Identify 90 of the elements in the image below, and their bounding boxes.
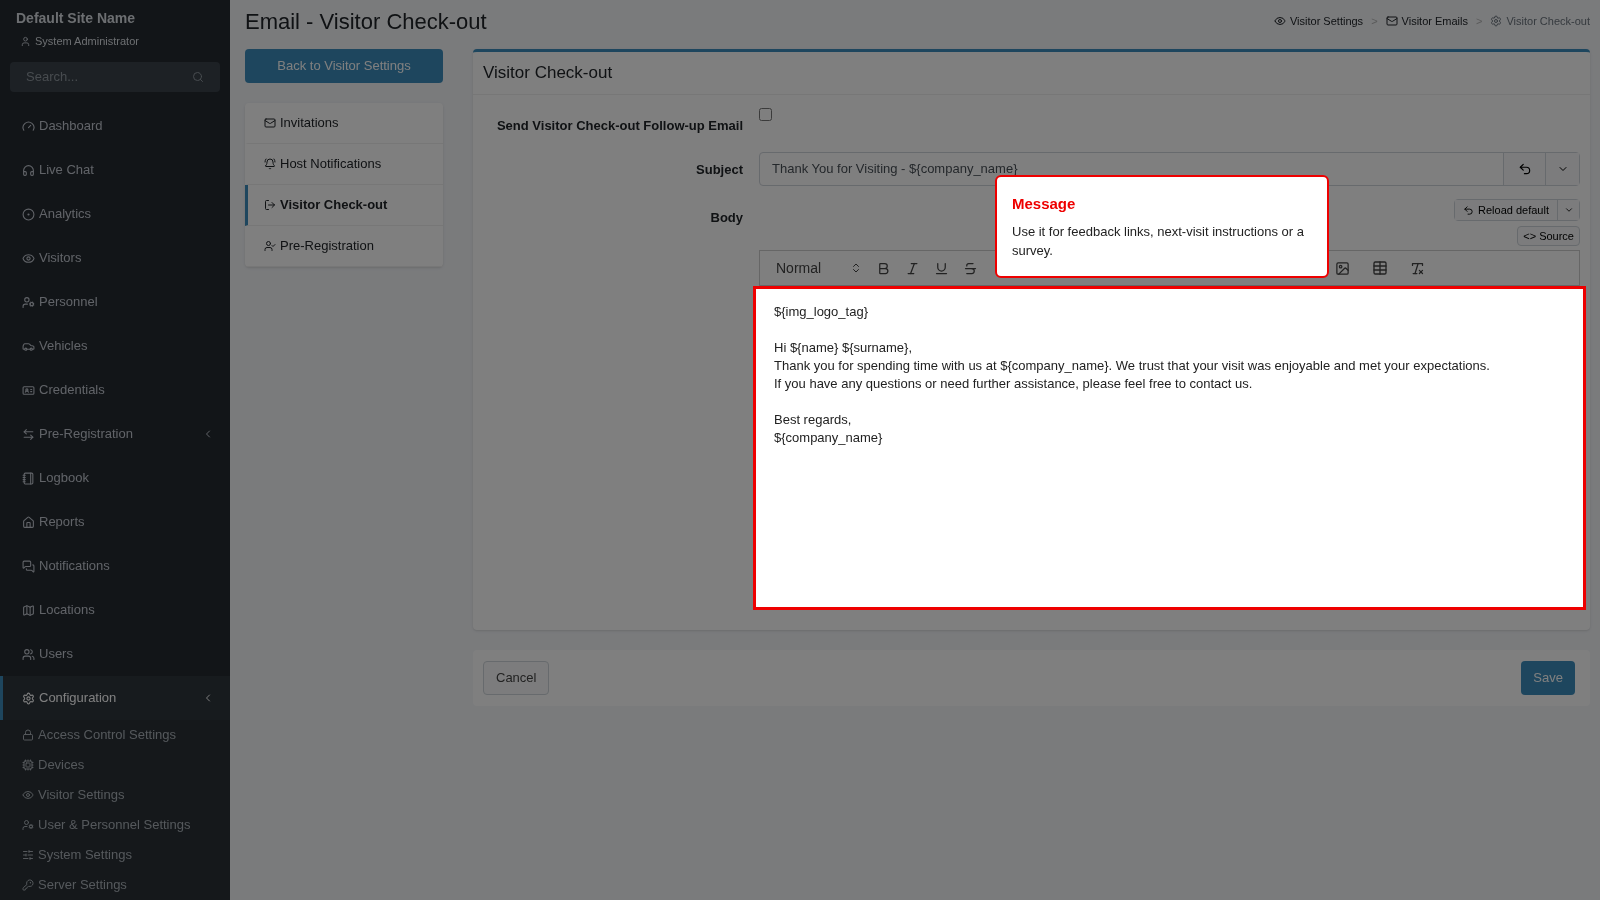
tooltip-title: Message [1012,194,1077,214]
image-icon[interactable] [1335,260,1350,276]
mail-icon [264,117,276,129]
italic-icon[interactable] [905,260,920,276]
breadcrumb-separator: > [1476,13,1483,29]
chat-icon [22,559,35,573]
submenu-item[interactable]: Access Control Settings [0,720,230,750]
clear-format-icon[interactable] [1410,260,1425,276]
page-title: Email - Visitor Check-out [245,7,487,36]
up-down-icon [850,262,862,274]
source-button[interactable]: <> Source [1517,226,1580,246]
side-tab[interactable]: Host Notifications [245,144,443,185]
submenu-item[interactable]: User & Personnel Settings [0,810,230,840]
submenu-item[interactable]: System Settings [0,840,230,870]
house-icon [22,515,35,529]
follow-up-checkbox[interactable] [759,108,772,121]
chip-icon [22,759,34,771]
nav-item[interactable]: Live Chat [0,148,230,192]
nav-item[interactable]: Credentials [0,368,230,412]
nav-item[interactable]: Notifications [0,544,230,588]
nav-item[interactable]: Users [0,632,230,676]
nav-item[interactable]: Vehicles [0,324,230,368]
editor-text-line: ${company_name} [774,429,884,447]
breadcrumb-link[interactable]: Visitor Emails [1385,12,1468,30]
breadcrumb-link[interactable]: Visitor Settings [1273,12,1364,30]
side-tab[interactable]: Pre-Registration [245,226,443,267]
nav-item[interactable]: Reports [0,500,230,544]
map-icon [22,603,35,617]
nav-item[interactable]: Pre-Registration [0,412,230,456]
headset-icon [22,163,35,177]
editor-text-line: Hi ${name} ${surname}, [774,339,914,357]
nav-item[interactable]: Analytics [0,192,230,236]
side-tab[interactable]: Invitations [245,103,443,144]
editor-text-line: If you have any questions or need further assistance, please feel free to contact us. [774,375,1254,393]
user-name: System Administrator [35,34,139,49]
user-gear-icon [22,295,35,309]
editor-body[interactable] [753,286,1586,610]
mail-icon [1385,15,1398,27]
user-icon [20,35,31,47]
user-check-icon [264,240,276,252]
eye-icon [22,789,34,801]
users-icon [22,647,35,661]
bold-icon[interactable] [876,260,891,276]
sliders-icon [22,849,34,861]
back-button[interactable]: Back to Visitor Settings [245,49,443,83]
settings-icon [1490,15,1503,27]
exit-icon [264,199,276,211]
nav-item[interactable]: Locations [0,588,230,632]
editor-text-line: ${img_logo_tag} [774,303,869,321]
field-label: Send Visitor Check-out Follow-up Email [496,118,743,133]
format-select[interactable]: Normal [776,257,862,279]
table-icon[interactable] [1372,260,1388,276]
save-button[interactable]: Save [1521,661,1575,695]
underline-icon[interactable] [934,260,949,276]
search-icon [192,70,204,83]
undo-icon [1517,162,1532,176]
user-gear-icon [22,819,34,831]
editor-text-line: Best regards, [774,411,853,429]
field-label: Body [710,210,743,225]
gauge-icon [22,119,35,133]
nav-item[interactable]: Logbook [0,456,230,500]
breadcrumb-link[interactable]: Visitor Check-out [1490,12,1590,30]
editor-text-line: Thank you for spending time with us at ${company_name}. We trust that your visit was enjoyable and met your expectations. [774,357,1491,375]
arrows-icon [22,427,35,441]
nav-item[interactable]: Dashboard [0,104,230,148]
submenu-item[interactable]: Devices [0,750,230,780]
undo-icon [1463,204,1475,216]
nav-item[interactable]: Personnel [0,280,230,324]
breadcrumb-separator: > [1371,13,1378,29]
cancel-button[interactable]: Cancel [483,661,550,695]
nav-item[interactable]: Visitors [0,236,230,280]
eye-icon [22,251,35,265]
key-icon [22,879,34,891]
site-name: Default Site Name [16,9,137,28]
field-label: Subject [696,162,743,177]
strikethrough-icon[interactable] [963,260,978,276]
submenu-item[interactable]: Visitor Settings [0,780,230,810]
card-title: Visitor Check-out [473,52,1590,95]
tooltip-text: Use it for feedback links, next-visit instructions or a survey. [1012,222,1305,260]
settings-icon [22,691,35,705]
id-card-icon [22,383,35,397]
target-icon [22,207,35,221]
lock-icon [22,729,34,741]
notebook-icon [22,471,35,485]
nav-item[interactable]: Configuration [0,676,230,720]
bell-icon [264,158,276,170]
side-tab[interactable]: Visitor Check-out [245,185,443,226]
caret-icon [1563,205,1574,215]
eye-icon [1273,15,1286,27]
submenu-item[interactable]: Server Settings [0,870,230,900]
